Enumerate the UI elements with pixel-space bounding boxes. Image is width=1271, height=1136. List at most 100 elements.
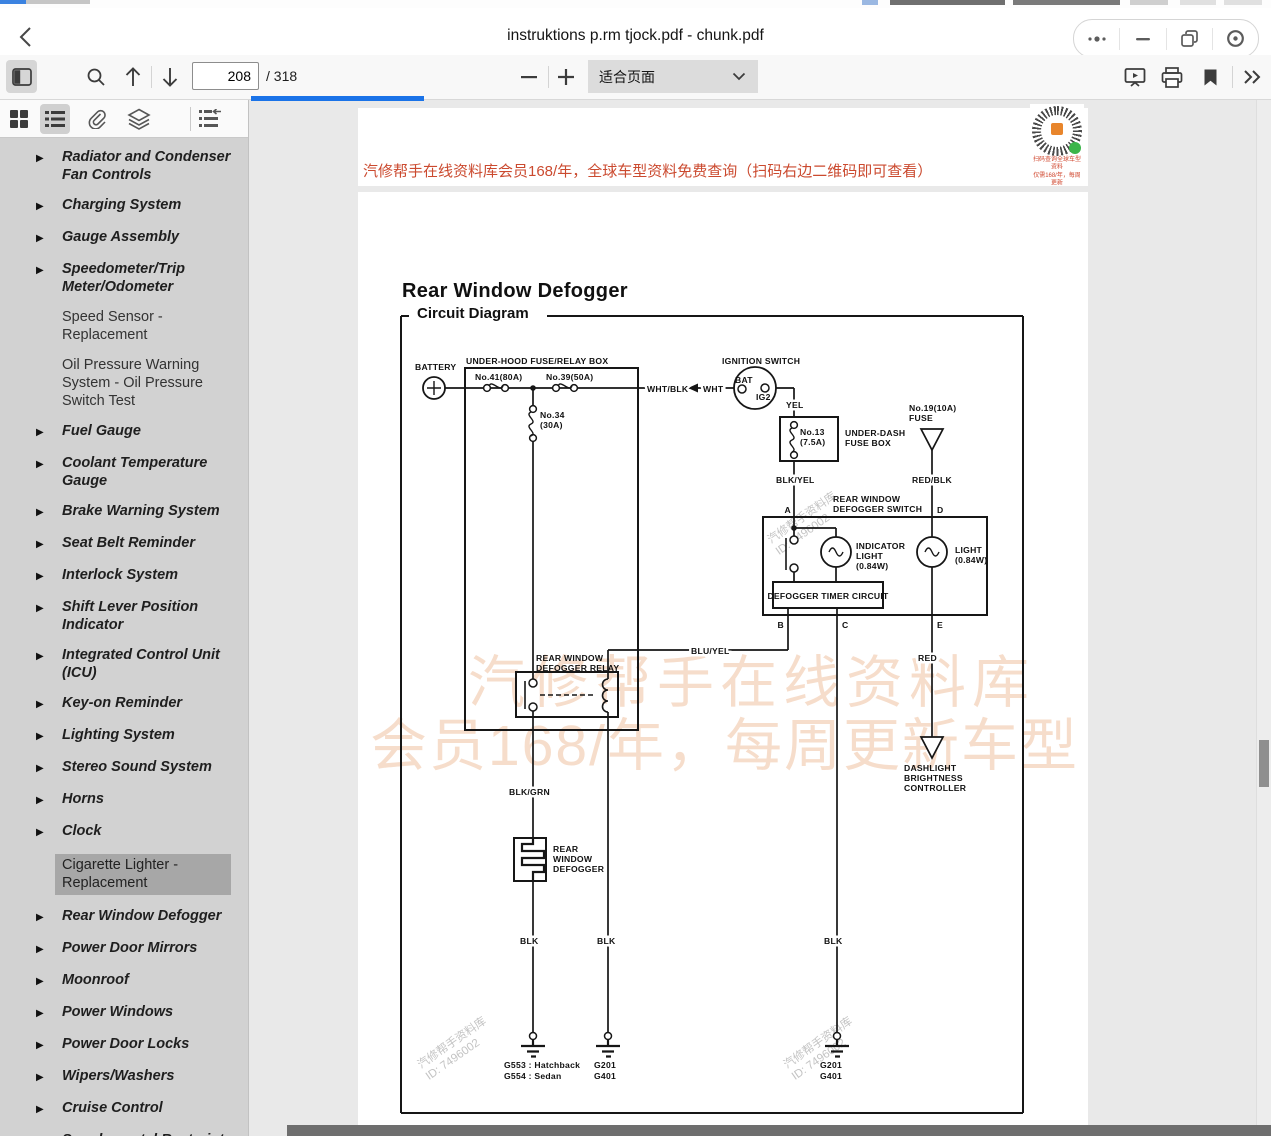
diagram-label: D: [937, 505, 943, 515]
sidebar-item-label: Power Door Locks: [62, 1036, 190, 1052]
sidebar-item-label: Wipers/Washers: [62, 1068, 175, 1084]
sidebar-item[interactable]: ▶Supplemental Restraint System (SRS): [0, 1131, 248, 1136]
zoom-out-button[interactable]: [516, 64, 542, 90]
sidebar-item[interactable]: ▶ Horns: [0, 790, 248, 810]
sidebar-item[interactable]: ▶ Stereo Sound System: [0, 758, 248, 778]
zoom-mode-label: 适合页面: [599, 68, 655, 85]
expand-arrow-icon[interactable]: ▶: [36, 148, 62, 184]
expand-arrow-icon[interactable]: ▶: [36, 1131, 62, 1136]
expand-arrow-icon[interactable]: ▶: [36, 502, 62, 522]
expand-arrow-icon[interactable]: ▶: [36, 1035, 62, 1055]
outline-view-button[interactable]: [40, 103, 70, 134]
browser-chrome-fragment: [26, 0, 90, 4]
browser-top-strip: [0, 0, 1271, 8]
sidebar-item[interactable]: ▶ Clock: [0, 822, 248, 842]
vertical-scrollbar[interactable]: [1256, 100, 1271, 1136]
minimize-button[interactable]: [1119, 27, 1165, 50]
sidebar-item-label: Integrated Control Unit (ICU): [62, 647, 220, 681]
diagram-label: RED: [918, 653, 937, 663]
separator: [1232, 66, 1233, 88]
sidebar-item[interactable]: ▶ Shift Lever Position Indicator: [0, 598, 248, 634]
expand-arrow-icon[interactable]: ▶: [36, 1067, 62, 1087]
window-title: instruktions p.rm tjock.pdf - chunk.pdf: [507, 27, 764, 44]
expand-arrow-icon[interactable]: ▶: [36, 422, 62, 442]
bottom-dark-bar: [287, 1125, 1271, 1136]
sidebar-item[interactable]: ▶ Radiator and Condenser Fan Controls: [0, 148, 248, 184]
sidebar-item[interactable]: ▶ Power Door Mirrors: [0, 939, 248, 959]
sidebar-item-label: Moonroof: [62, 972, 129, 988]
search-button[interactable]: [83, 64, 109, 90]
previous-page-button[interactable]: [120, 64, 146, 90]
toggle-sidebar-button[interactable]: [6, 60, 37, 93]
layers-button[interactable]: [124, 104, 154, 134]
sidebar-item[interactable]: Speed Sensor - Replacement: [0, 308, 248, 344]
sidebar-item[interactable]: ▶ Rear Window Defogger: [0, 907, 248, 927]
expand-arrow-icon[interactable]: ▶: [36, 758, 62, 778]
sidebar-item[interactable]: ▶ Moonroof: [0, 971, 248, 991]
qr-logo-icon: [1051, 123, 1063, 135]
browser-chrome-fragment: [1013, 0, 1120, 5]
sidebar-item[interactable]: ▶ Fuel Gauge: [0, 422, 248, 442]
sidebar-item-label: Fuel Gauge: [62, 423, 141, 439]
print-button[interactable]: [1158, 64, 1186, 90]
sidebar-item[interactable]: ▶ Power Windows: [0, 1003, 248, 1023]
expand-arrow-icon[interactable]: ▶: [36, 822, 62, 842]
arrow-down-icon: [162, 68, 178, 87]
sidebar-item[interactable]: ▶ Cruise Control: [0, 1099, 248, 1119]
expand-arrow-icon[interactable]: ▶: [36, 694, 62, 714]
sidebar-item[interactable]: ▶ Seat Belt Reminder: [0, 534, 248, 554]
expand-arrow-icon[interactable]: ▶: [36, 939, 62, 959]
scrollbar-thumb[interactable]: [1259, 740, 1269, 787]
sidebar-item-label: Radiator and Condenser Fan Controls: [62, 149, 231, 183]
sidebar-item[interactable]: ▶ Charging System: [0, 196, 248, 216]
diagram-label: LIGHT: [955, 545, 983, 555]
sidebar-item[interactable]: ▶ Power Door Locks: [0, 1035, 248, 1055]
zoom-mode-select[interactable]: 适合页面: [588, 60, 758, 93]
expand-arrow-icon[interactable]: ▶: [36, 598, 62, 634]
sidebar-item[interactable]: ▶ Lighting System: [0, 726, 248, 746]
thumbnails-view-button[interactable]: [4, 104, 34, 134]
expand-arrow-icon[interactable]: ▶: [36, 726, 62, 746]
diagram-label: BLK: [597, 936, 616, 946]
next-page-button[interactable]: [157, 64, 183, 90]
expand-arrow-icon[interactable]: ▶: [36, 971, 62, 991]
sidebar-item[interactable]: ▶ Integrated Control Unit (ICU): [0, 646, 248, 682]
sidebar-item[interactable]: ▶ Gauge Assembly: [0, 228, 248, 248]
expand-arrow-icon[interactable]: ▶: [36, 646, 62, 682]
expand-arrow-icon[interactable]: ▶: [36, 907, 62, 927]
sidebar-item-label: Interlock System: [62, 567, 179, 583]
expand-arrow-icon[interactable]: ▶: [36, 196, 62, 216]
sidebar-item[interactable]: Cigarette Lighter - Replacement: [0, 854, 248, 895]
page-number-input[interactable]: [192, 62, 259, 90]
expand-arrow-icon[interactable]: ▶: [36, 1003, 62, 1023]
sidebar-item[interactable]: ▶ Key-on Reminder: [0, 694, 248, 714]
sidebar-item[interactable]: ▶ Wipers/Washers: [0, 1067, 248, 1087]
paperclip-icon: [88, 109, 106, 129]
more-options-button[interactable]: [1074, 28, 1119, 50]
zoom-in-button[interactable]: [553, 64, 579, 90]
expand-arrow-icon[interactable]: ▶: [36, 228, 62, 248]
expand-arrow-icon[interactable]: ▶: [36, 260, 62, 296]
expand-arrow-icon[interactable]: ▶: [36, 566, 62, 586]
bookmark-button[interactable]: [1198, 64, 1222, 90]
sidebar-item[interactable]: ▶ Brake Warning System: [0, 502, 248, 522]
sidebar-item[interactable]: ▶ Coolant Temperature Gauge: [0, 454, 248, 490]
expand-arrow-icon[interactable]: ▶: [36, 1099, 62, 1119]
expand-arrow-icon[interactable]: ▶: [36, 454, 62, 490]
page-total-label: / 318: [266, 68, 298, 84]
expand-arrow-icon[interactable]: ▶: [36, 790, 62, 810]
diagram-label: No.34: [540, 410, 565, 420]
attachments-button[interactable]: [82, 104, 112, 134]
diagram-label: LIGHT: [856, 551, 884, 561]
collapse-outline-button[interactable]: [195, 104, 225, 134]
more-tools-button[interactable]: [1239, 64, 1267, 90]
expand-arrow-icon[interactable]: ▶: [36, 534, 62, 554]
restore-button[interactable]: [1165, 27, 1212, 50]
banner-text: 汽修帮手在线资料库会员168/年，全球车型资料免费查询（扫码右边二维码即可查看）: [363, 163, 933, 180]
back-button[interactable]: [14, 24, 40, 50]
sidebar-item[interactable]: Oil Pressure Warning System - Oil Pressu…: [0, 356, 248, 410]
sidebar-item[interactable]: ▶ Interlock System: [0, 566, 248, 586]
present-button[interactable]: [1121, 64, 1149, 90]
sidebar-item[interactable]: ▶ Speedometer/Trip Meter/Odometer: [0, 260, 248, 296]
target-button[interactable]: [1211, 27, 1258, 50]
